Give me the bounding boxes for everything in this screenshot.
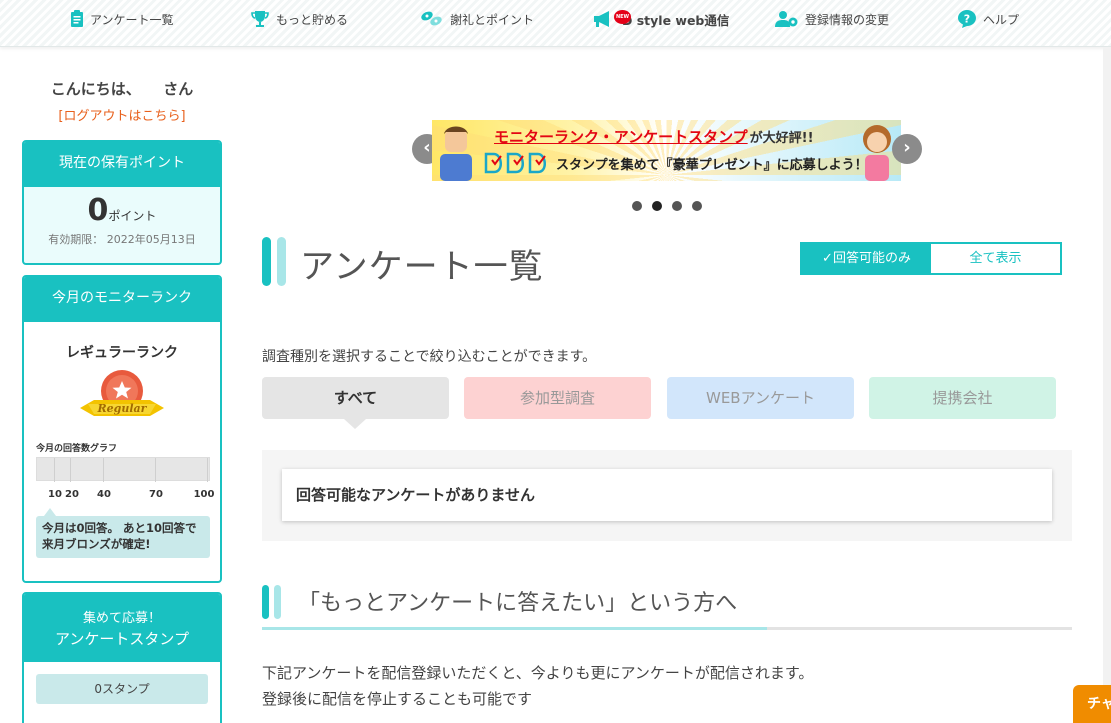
boy-character-icon (440, 126, 472, 181)
heading-accent-bar (262, 237, 271, 286)
stamp-count: 0スタンプ (36, 674, 208, 704)
graph-tick (54, 458, 55, 482)
banner-headline-wrap: モニターランク・アンケートスタンプ が大好評!! (494, 126, 814, 147)
rank-panel: 今月のモニターランク レギュラーランク Regular 今月の回答数グラフ 10… (22, 275, 222, 583)
points-panel: 現在の保有ポイント 0ポイント 有効期限： 2022年05月13日 (22, 140, 222, 265)
filter-description: 調査種別を選択することで絞り込むことができます。 (262, 349, 597, 365)
nav-account-settings[interactable]: 登録情報の変更 (775, 0, 889, 38)
nav-help-label: ヘルプ (983, 12, 1020, 27)
stamp-title: 集めて応募！ アンケートスタンプ (24, 594, 220, 662)
section-body-line1: 下記アンケートを配信登録いただくと、今よりも更にアンケートが配信されます。 (262, 664, 814, 682)
help-icon: ? (958, 10, 976, 28)
chat-button[interactable]: チャット (1073, 685, 1111, 723)
user-gear-icon (775, 11, 798, 27)
promo-banner[interactable]: モニターランク・アンケートスタンプ が大好評!! スタンプを集めて『豪華プレゼント… (432, 120, 901, 181)
nav-dstyle-news-label: D style web通信 (622, 12, 730, 28)
nav-rewards-label: 謝礼とポイント (450, 12, 535, 27)
graph-tick-label: 40 (97, 489, 111, 500)
graph-tick-label: 20 (65, 489, 79, 500)
toggle-show-all[interactable]: 全て表示 (931, 244, 1060, 273)
answer-count-graph (36, 457, 210, 482)
graph-tick (70, 458, 71, 482)
carousel-dot[interactable] (632, 201, 642, 211)
section-title: 「もっとアンケートに答えたい」という方へ (298, 591, 738, 616)
section-underline (262, 627, 1072, 630)
carousel-dot[interactable] (692, 201, 702, 211)
nav-rewards[interactable]: 謝礼とポイント (420, 0, 534, 38)
rank-title: 今月のモニターランク (24, 277, 220, 322)
graph-tick-label: 70 (149, 489, 163, 500)
survey-list: 回答可能なアンケートがありません (262, 450, 1072, 541)
page-title: アンケート一覧 (300, 247, 544, 287)
medal-text: Regular (97, 402, 148, 415)
nav-survey-list-label: アンケート一覧 (90, 12, 174, 27)
clipboard-icon (71, 10, 83, 27)
nav-dstyle-news[interactable]: NEW D style web通信 (592, 0, 729, 38)
tab-all[interactable]: すべて (262, 377, 449, 429)
gift-icon (421, 11, 442, 26)
points-value-wrap: 0ポイント (24, 193, 220, 228)
rank-name: レギュラーランク (66, 345, 178, 361)
megaphone-icon: NEW (592, 10, 631, 28)
carousel-next-button[interactable]: › (892, 134, 922, 164)
stamp-panel[interactable]: 集めて応募！ アンケートスタンプ 0スタンプ (22, 592, 222, 723)
svg-text:?: ? (964, 13, 970, 26)
section-body: 下記アンケートを配信登録いただくと、今よりも更にアンケートが配信されます。 登録… (262, 660, 813, 712)
nav-earn-more-label: もっと貯める (276, 12, 349, 27)
graph-label: 今月の回答数グラフ (36, 444, 118, 454)
tab-web-survey[interactable]: WEBアンケート (667, 377, 854, 419)
points-title: 現在の保有ポイント (24, 142, 220, 187)
banner-headline: モニターランク・アンケートスタンプ (494, 128, 748, 146)
graph-tick-label: 100 (193, 489, 215, 500)
points-unit: ポイント (108, 209, 157, 223)
greeting: こんにちは、 さん (50, 80, 194, 98)
tab-participatory[interactable]: 参加型調査 (464, 377, 651, 419)
graph-tick-label: 10 (48, 489, 62, 500)
nav-survey-list[interactable]: アンケート一覧 (70, 0, 174, 38)
answerable-filter-toggle: ✓回答可能のみ 全て表示 (800, 242, 1062, 275)
trophy-icon (251, 11, 269, 27)
graph-tick (207, 458, 208, 482)
logout-link[interactable]: [ログアウトはこちら] (22, 105, 222, 124)
carousel-dot-active[interactable] (652, 201, 662, 211)
top-navigation: アンケート一覧 もっと貯める 謝礼とポイント NEW D style web通信… (0, 0, 1111, 47)
new-badge: NEW (614, 10, 631, 24)
points-expiry: 有効期限： 2022年05月13日 (48, 233, 196, 246)
rank-message: 今月は0回答。 あと10回答で来月ブロンズが確定! (36, 508, 210, 558)
empty-message: 回答可能なアンケートがありません (282, 469, 1052, 521)
carousel-dots (632, 201, 702, 211)
graph-tick (155, 458, 156, 482)
carousel-dot[interactable] (672, 201, 682, 211)
section-accent-bar (262, 585, 269, 619)
banner-subline: スタンプを集めて『豪華プレゼント』に応募しよう！ (556, 158, 868, 173)
section-accent-bar (274, 585, 281, 619)
banner-headline-suffix: が大好評!! (749, 131, 814, 146)
tab-partner[interactable]: 提携会社 (869, 377, 1056, 419)
graph-tick (103, 458, 104, 482)
nav-earn-more[interactable]: もっと貯める (250, 0, 348, 38)
points-value: 0 (87, 193, 109, 228)
section-body-line2: 登録後に配信を停止することも可能です (262, 690, 533, 708)
stamp-title-line1: 集めて応募！ (82, 611, 161, 626)
nav-account-settings-label: 登録情報の変更 (805, 12, 890, 27)
stamp-title-line2: アンケートスタンプ (55, 630, 189, 648)
scrollbar[interactable] (1103, 47, 1111, 723)
stamp-icons (484, 152, 546, 174)
toggle-answerable-only[interactable]: ✓回答可能のみ (802, 244, 931, 273)
heading-accent-bar (277, 237, 286, 286)
regular-medal-icon: Regular (80, 370, 164, 416)
nav-help[interactable]: ? ヘルプ (957, 0, 1019, 38)
